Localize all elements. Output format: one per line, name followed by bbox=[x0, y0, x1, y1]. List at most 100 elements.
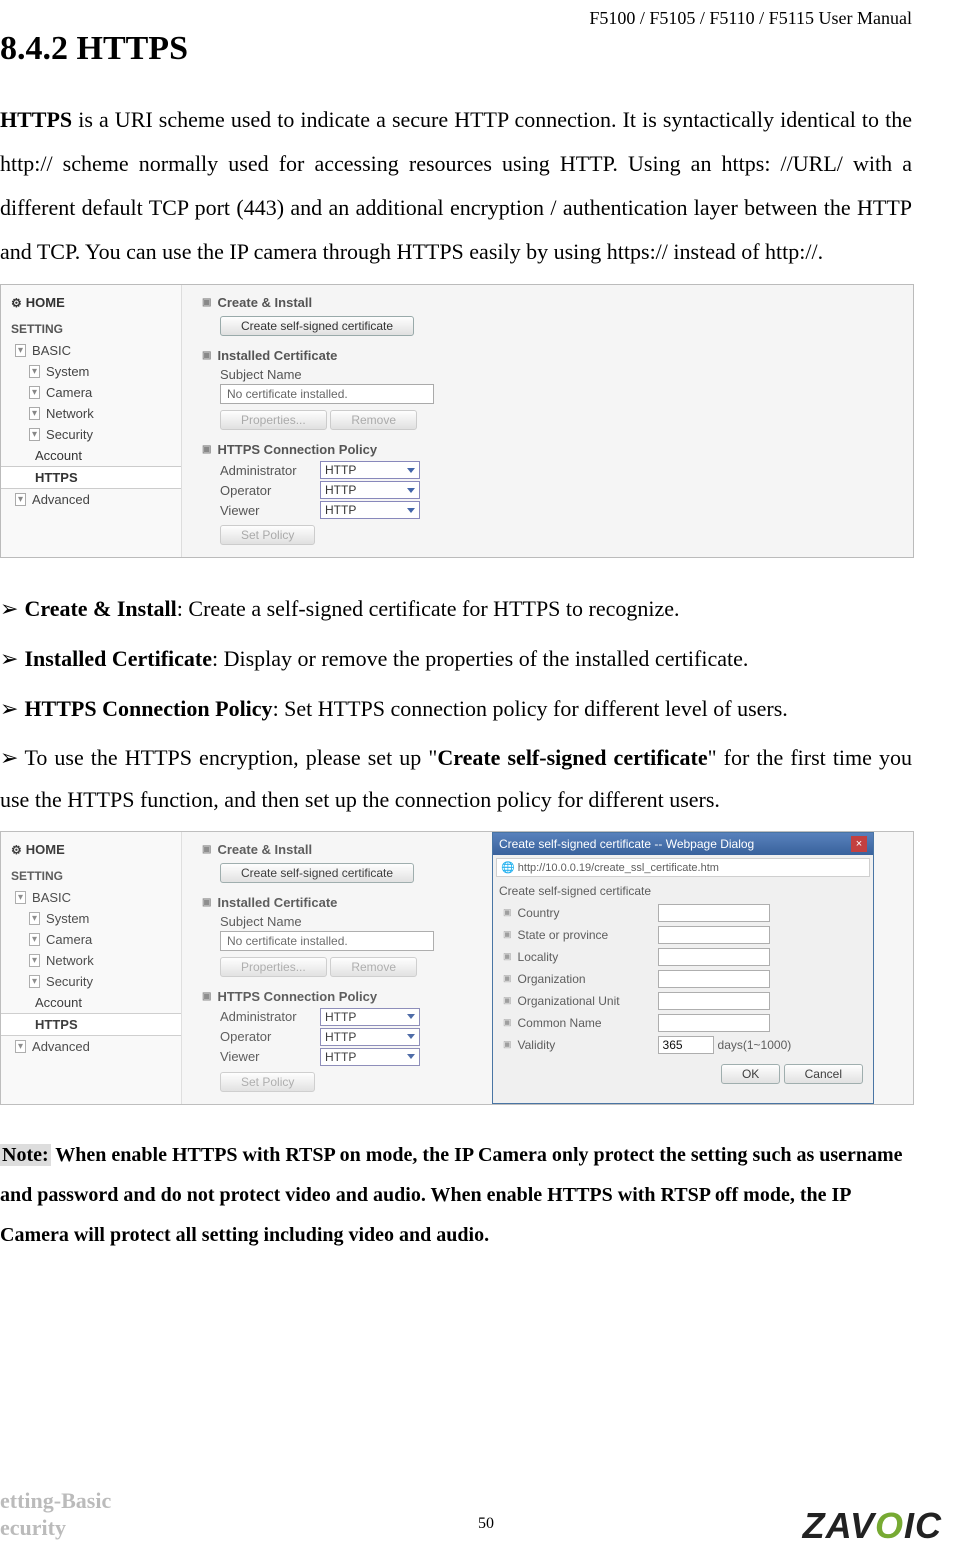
intro-rest: is a URI scheme used to indicate a secur… bbox=[0, 107, 912, 264]
dropdown-admin-2[interactable]: HTTP bbox=[320, 1008, 420, 1026]
dialog-heading: Create self-signed certificate bbox=[493, 880, 873, 902]
nav-setting-header-2: SETTING bbox=[1, 861, 181, 887]
nav-security-label: Security bbox=[46, 427, 93, 442]
set-policy-button-2[interactable]: Set Policy bbox=[220, 1072, 315, 1092]
intro-paragraph: HTTPS is a URI scheme used to indicate a… bbox=[0, 98, 912, 274]
nav-account-2[interactable]: Account bbox=[1, 992, 181, 1013]
validity-unit: days(1~1000) bbox=[718, 1038, 792, 1052]
subject-name-field: No certificate installed. bbox=[220, 384, 434, 404]
nav-camera-label: Camera bbox=[46, 385, 92, 400]
dropdown-operator-2[interactable]: HTTP bbox=[320, 1028, 420, 1046]
note-block: Note: When enable HTTPS with RTSP on mod… bbox=[0, 1135, 912, 1255]
dropdown-viewer-2[interactable]: HTTP bbox=[320, 1048, 420, 1066]
dialog-titlebar: Create self-signed certificate -- Webpag… bbox=[493, 833, 873, 855]
note-text: When enable HTTPS with RTSP on mode, the… bbox=[0, 1144, 903, 1246]
field-common-input[interactable] bbox=[658, 1014, 770, 1032]
nav-account[interactable]: Account bbox=[1, 445, 181, 466]
section-heading: 8.4.2 HTTPS bbox=[0, 30, 912, 68]
note-label: Note: bbox=[0, 1144, 51, 1166]
nav-basic-label: BASIC bbox=[32, 343, 71, 358]
screenshot-https-with-dialog: HOME SETTING BASIC System Camera Network… bbox=[0, 831, 914, 1105]
remove-button-2[interactable]: Remove bbox=[330, 957, 417, 977]
brand-logo: ZAVOIC bbox=[803, 1505, 942, 1547]
installed-cert-head: Installed Certificate bbox=[202, 348, 893, 363]
bullet4-pre: To use the HTTPS encryption, please set … bbox=[24, 745, 437, 770]
subject-name-label: Subject Name bbox=[220, 367, 893, 382]
field-state-label: State or province bbox=[518, 928, 658, 942]
nav-camera[interactable]: Camera bbox=[1, 382, 181, 403]
field-validity-label: Validity bbox=[518, 1038, 658, 1052]
intro-lead-bold: HTTPS bbox=[0, 107, 72, 132]
bullet2-bold: Installed Certificate bbox=[24, 646, 212, 671]
dialog-ok-button[interactable]: OK bbox=[721, 1064, 780, 1084]
create-install-head: Create & Install bbox=[202, 295, 893, 310]
settings-content: Create & Install Create self-signed cert… bbox=[182, 285, 913, 557]
policy-operator-label: Operator bbox=[220, 483, 320, 498]
field-orgunit-input[interactable] bbox=[658, 992, 770, 1010]
nav-home-label: HOME bbox=[26, 295, 65, 310]
set-policy-button[interactable]: Set Policy bbox=[220, 525, 315, 545]
nav-sidebar: HOME SETTING BASIC System Camera Network… bbox=[1, 285, 182, 557]
properties-button[interactable]: Properties... bbox=[220, 410, 327, 430]
dialog-title-text: Create self-signed certificate -- Webpag… bbox=[499, 837, 754, 851]
gear-icon bbox=[11, 842, 26, 857]
nav-system-2[interactable]: System bbox=[1, 908, 181, 929]
dialog-cancel-button[interactable]: Cancel bbox=[784, 1064, 863, 1084]
nav-sidebar-2: HOME SETTING BASIC System Camera Network… bbox=[1, 832, 182, 1104]
nav-advanced-2[interactable]: Advanced bbox=[1, 1036, 181, 1057]
field-locality-input[interactable] bbox=[658, 948, 770, 966]
nav-advanced[interactable]: Advanced bbox=[1, 489, 181, 510]
page-number: 50 bbox=[478, 1515, 494, 1533]
create-self-signed-button-2[interactable]: Create self-signed certificate bbox=[220, 863, 414, 883]
manual-title: F5100 / F5105 / F5110 / F5115 User Manua… bbox=[589, 8, 912, 29]
gear-icon bbox=[11, 295, 26, 310]
field-country-input[interactable] bbox=[658, 904, 770, 922]
remove-button[interactable]: Remove bbox=[330, 410, 417, 430]
nav-setting-header: SETTING bbox=[1, 314, 181, 340]
policy-admin-dropdown[interactable]: HTTP bbox=[320, 461, 420, 479]
policy-admin-label: Administrator bbox=[220, 463, 320, 478]
field-common-label: Common Name bbox=[518, 1016, 658, 1030]
bullet3-bold: HTTPS Connection Policy bbox=[24, 696, 272, 721]
nav-advanced-label: Advanced bbox=[32, 492, 90, 507]
dialog-url-bar: 🌐 http://10.0.0.19/create_ssl_certificat… bbox=[496, 858, 870, 877]
nav-network[interactable]: Network bbox=[1, 403, 181, 424]
certificate-dialog: Create self-signed certificate -- Webpag… bbox=[492, 832, 874, 1104]
field-org-input[interactable] bbox=[658, 970, 770, 988]
policy-head: HTTPS Connection Policy bbox=[202, 442, 893, 457]
field-validity-input[interactable]: 365 bbox=[658, 1036, 714, 1054]
nav-home-label-2: HOME bbox=[26, 842, 65, 857]
nav-security-2[interactable]: Security bbox=[1, 971, 181, 992]
policy-viewer-dropdown[interactable]: HTTP bbox=[320, 501, 420, 519]
policy-operator-dropdown[interactable]: HTTP bbox=[320, 481, 420, 499]
field-locality-label: Locality bbox=[518, 950, 658, 964]
create-self-signed-button[interactable]: Create self-signed certificate bbox=[220, 316, 414, 336]
nav-https-active[interactable]: HTTPS bbox=[1, 466, 181, 489]
settings-content-2: Create & Install Create self-signed cert… bbox=[182, 832, 482, 1104]
field-country-label: Country bbox=[518, 906, 658, 920]
policy-viewer-row: Viewer HTTP bbox=[220, 501, 893, 519]
nav-home[interactable]: HOME bbox=[1, 291, 181, 314]
nav-basic-2[interactable]: BASIC bbox=[1, 887, 181, 908]
nav-https-active-2[interactable]: HTTPS bbox=[1, 1013, 181, 1036]
nav-system-label: System bbox=[46, 364, 89, 379]
nav-camera-2[interactable]: Camera bbox=[1, 929, 181, 950]
policy-viewer-label: Viewer bbox=[220, 503, 320, 518]
nav-system[interactable]: System bbox=[1, 361, 181, 382]
footer-chapter-watermark: etting-Basicecurity bbox=[0, 1488, 111, 1541]
bullet1-bold: Create & Install bbox=[24, 596, 176, 621]
field-state-input[interactable] bbox=[658, 926, 770, 944]
nav-network-label: Network bbox=[46, 406, 94, 421]
bullet4-bold: Create self-signed certificate bbox=[437, 745, 707, 770]
bullet3-rest: : Set HTTPS connection policy for differ… bbox=[273, 696, 788, 721]
policy-admin-row: Administrator HTTP bbox=[220, 461, 893, 479]
bullet1-rest: : Create a self-signed certificate for H… bbox=[177, 596, 680, 621]
nav-security[interactable]: Security bbox=[1, 424, 181, 445]
bullet-list: Create & Install: Create a self-signed c… bbox=[0, 588, 912, 821]
policy-operator-row: Operator HTTP bbox=[220, 481, 893, 499]
nav-basic[interactable]: BASIC bbox=[1, 340, 181, 361]
close-icon[interactable]: × bbox=[851, 836, 867, 852]
screenshot-https-settings: HOME SETTING BASIC System Camera Network… bbox=[0, 284, 914, 558]
nav-network-2[interactable]: Network bbox=[1, 950, 181, 971]
properties-button-2[interactable]: Properties... bbox=[220, 957, 327, 977]
